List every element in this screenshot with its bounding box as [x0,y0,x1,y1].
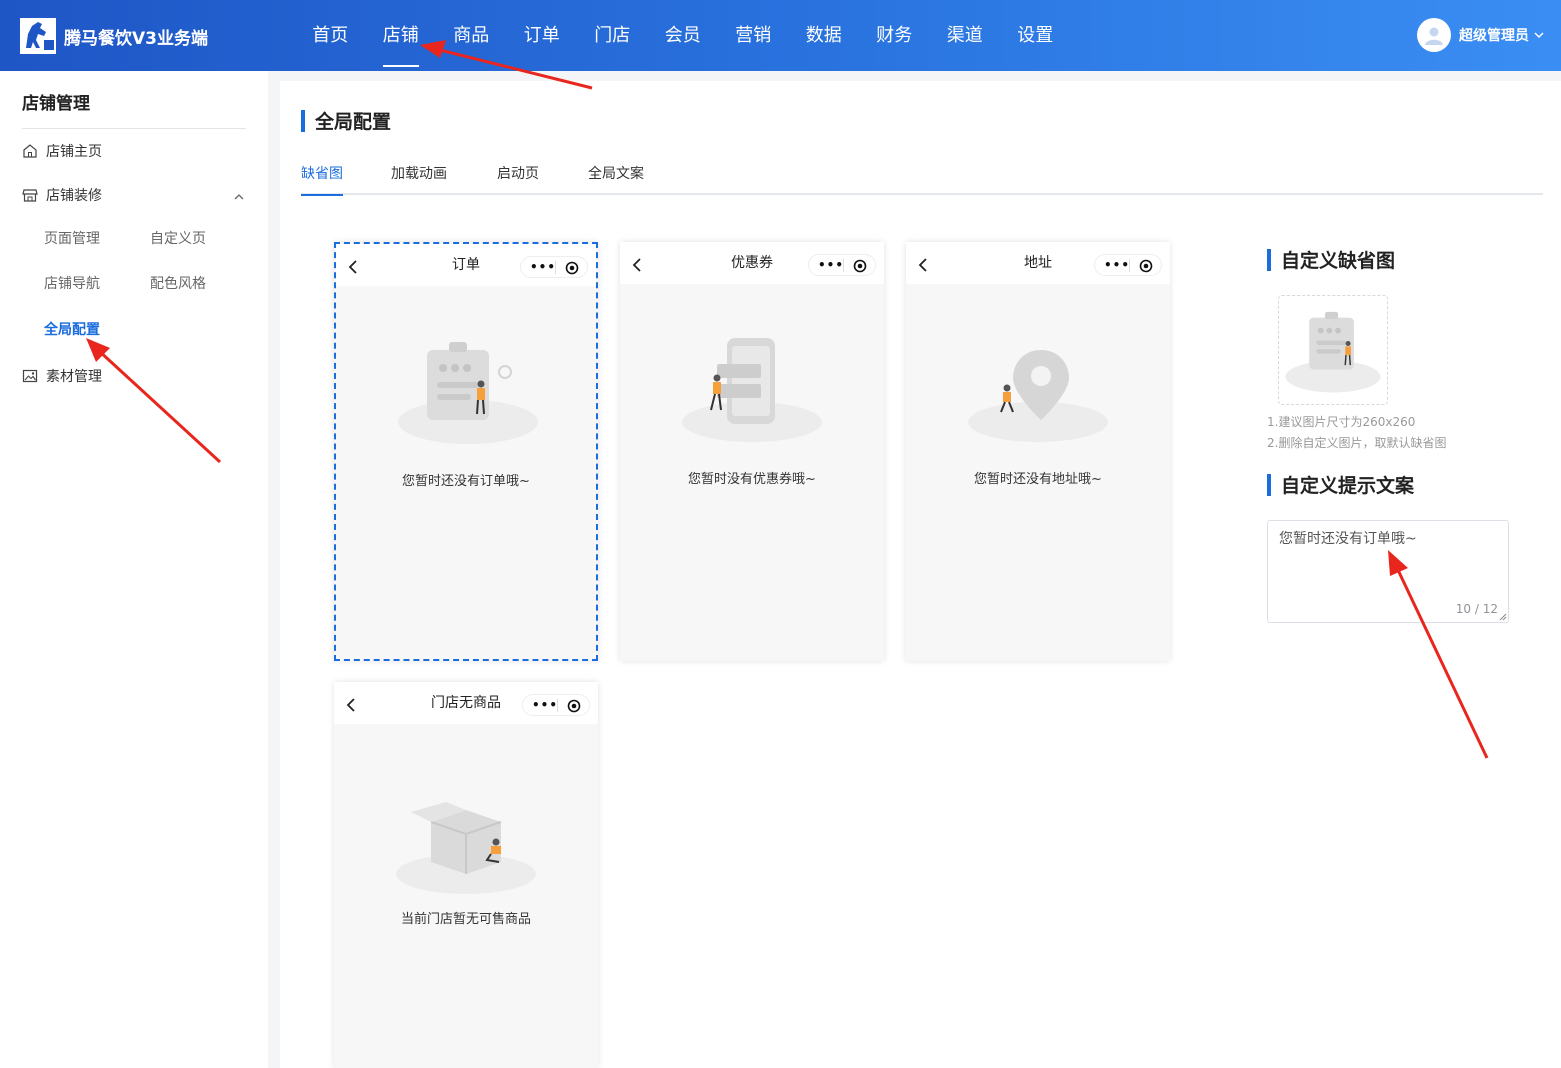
nav-goods[interactable]: 商品 [436,0,507,71]
sidebar-item-material[interactable]: 素材管理 [22,366,102,386]
nav-orders[interactable]: 订单 [507,0,578,71]
title-accent-bar [1267,248,1271,271]
phone-header: 订单 ••• [336,244,596,286]
capsule-menu: ••• [520,256,588,278]
tab-splash[interactable]: 启动页 [497,163,539,194]
sidebar-item-label: 店铺主页 [46,144,102,160]
custom-text-textarea[interactable]: 您暂时还没有订单哦~ 10 / 12 [1267,520,1509,623]
capsule-menu: ••• [1094,254,1162,276]
empty-text: 当前门店暂无可售商品 [400,912,531,927]
empty-order-thumbnail-icon [1285,311,1381,393]
phone-header: 地址 ••• [906,242,1170,284]
empty-text: 您暂时还没有订单哦~ [402,474,530,489]
user-name: 超级管理员 [1459,28,1529,44]
sidebar-item-custom-page[interactable]: 自定义页 [150,228,206,248]
title-accent-bar [1267,473,1271,496]
more-icon: ••• [818,258,845,272]
nav-marketing[interactable]: 营销 [718,0,789,71]
custom-image-title: 自定义缺省图 [1267,246,1395,273]
sidebar-title: 店铺管理 [22,94,90,114]
sidebar-item-shop-nav[interactable]: 店铺导航 [44,273,100,293]
empty-box-illustration-icon [396,802,536,894]
horse-logo-icon [20,18,56,54]
sidebar-item-decor[interactable]: 店铺装修 [22,185,102,205]
textarea-value: 您暂时还没有订单哦~ [1279,531,1417,547]
custom-image-upload[interactable] [1278,295,1388,405]
nav-settings[interactable]: 设置 [1000,0,1071,71]
page-title: 全局配置 [301,107,391,134]
avatar [1417,18,1451,52]
nav-finance[interactable]: 财务 [859,0,930,71]
chevron-up-icon[interactable] [233,191,245,203]
more-icon: ••• [1104,258,1131,272]
store-icon [22,189,38,202]
phone-header: 门店无商品 ••• [334,682,598,724]
char-counter: 10 / 12 [1455,602,1498,616]
phone-card-address[interactable]: 地址 ••• 您暂时还没有地址哦~ [906,242,1170,661]
nav-channels[interactable]: 渠道 [930,0,1001,71]
nav-shop[interactable]: 店铺 [366,0,437,71]
app-logo[interactable] [20,18,56,54]
user-icon [1425,27,1443,45]
sidebar-item-label: 店铺装修 [46,188,102,204]
page-title-text: 全局配置 [315,111,392,133]
more-icon: ••• [530,260,557,274]
nav-data[interactable]: 数据 [789,0,860,71]
chevron-down-icon [1534,32,1544,39]
sidebar: 店铺管理 店铺主页 店铺装修 页面管理 自定义页 店铺导航 配色风格 全局配置 … [0,71,268,1068]
sidebar-item-global-config[interactable]: 全局配置 [44,319,100,339]
nav-stores[interactable]: 门店 [577,0,648,71]
phone-header: 优惠券 ••• [620,242,884,284]
capsule-menu: ••• [808,254,876,276]
empty-coupon-illustration-icon [682,338,822,442]
hint-size: 1.建议图片尺寸为260x260 [1267,415,1416,429]
image-icon [22,369,38,383]
sidebar-item-color-style[interactable]: 配色风格 [150,273,206,293]
nav-members[interactable]: 会员 [648,0,719,71]
tab-global-copy[interactable]: 全局文案 [588,163,644,194]
target-icon [1139,259,1153,273]
empty-order-illustration-icon [398,342,538,444]
home-icon [23,144,37,158]
custom-image-title-text: 自定义缺省图 [1281,250,1396,272]
tab-loading-animation[interactable]: 加载动画 [391,163,447,194]
target-icon [853,259,867,273]
target-icon [565,261,579,275]
sidebar-item-page-mgmt[interactable]: 页面管理 [44,228,100,248]
tab-bar: 缺省图 加载动画 启动页 全局文案 [301,161,1543,196]
phone-card-order[interactable]: 订单 ••• 您暂时还没有订单哦~ [334,242,598,661]
sidebar-item-home[interactable]: 店铺主页 [22,141,102,161]
sidebar-item-label: 素材管理 [46,369,102,385]
phone-card-coupon[interactable]: 优惠券 ••• 您暂时没有优惠券哦~ [620,242,884,661]
empty-text: 您暂时没有优惠券哦~ [688,472,816,487]
custom-text-title-text: 自定义提示文案 [1281,475,1415,497]
empty-text: 您暂时还没有地址哦~ [974,472,1102,487]
top-bar: 腾马餐饮V3业务端 首页 店铺 商品 订单 门店 会员 营销 数据 财务 渠道 … [0,0,1561,71]
custom-text-title: 自定义提示文案 [1267,471,1414,498]
hint-delete: 2.删除自定义图片，取默认缺省图 [1267,436,1447,450]
empty-address-illustration-icon [968,350,1108,442]
user-menu[interactable]: 超级管理员 [1417,18,1545,52]
tab-default-image[interactable]: 缺省图 [301,163,343,196]
divider [22,128,246,129]
more-icon: ••• [532,698,559,712]
target-icon [567,699,581,713]
phone-card-store-empty[interactable]: 门店无商品 ••• 当前门店暂无可售商品 [334,682,598,1068]
resize-handle-icon[interactable] [1499,613,1507,621]
nav-home[interactable]: 首页 [295,0,366,71]
capsule-menu: ••• [522,694,590,716]
app-name: 腾马餐饮V3业务端 [64,29,208,49]
title-accent-bar [301,109,305,132]
main-panel: 全局配置 缺省图 加载动画 启动页 全局文案 订单 ••• 您暂时还没有订单哦~… [280,81,1561,1068]
top-nav: 首页 店铺 商品 订单 门店 会员 营销 数据 财务 渠道 设置 [295,0,1071,71]
